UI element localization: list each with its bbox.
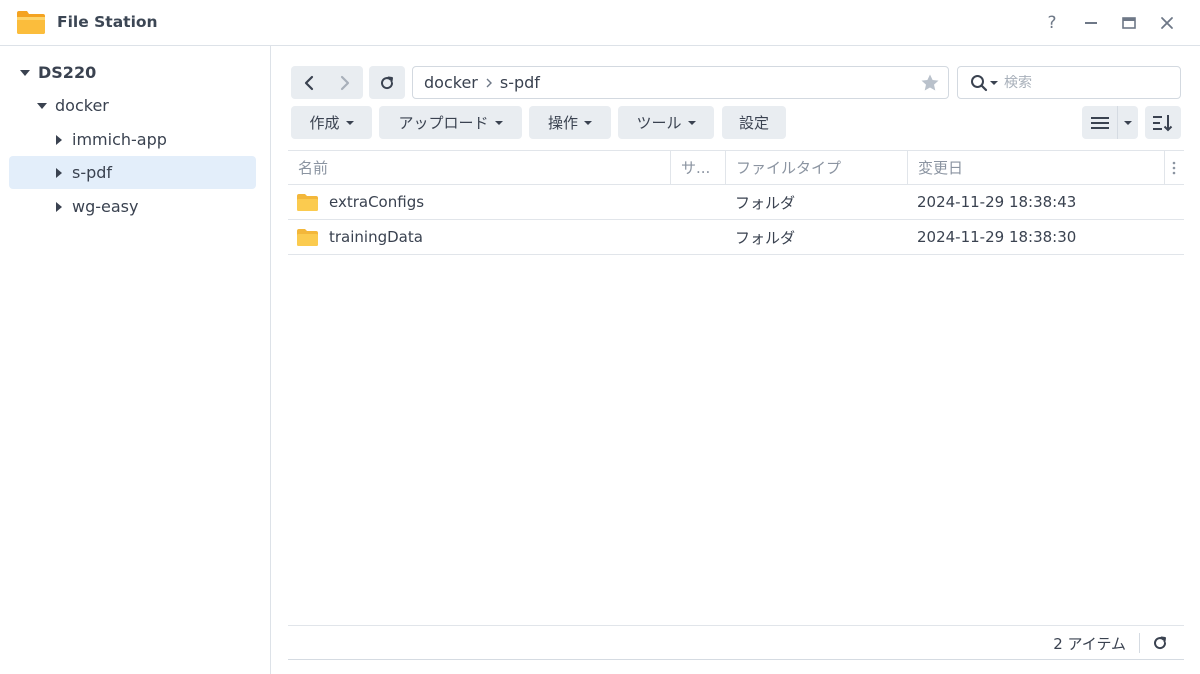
file-name: extraConfigs [329,193,425,211]
tree-item-docker[interactable]: docker [35,89,255,122]
file-name-cell: extraConfigs [297,185,667,219]
breadcrumb-item[interactable]: docker [424,73,478,92]
caret-down-icon[interactable] [35,101,49,111]
column-header-size[interactable]: サ... [671,151,725,184]
view-mode-dropdown[interactable] [1118,106,1138,139]
search-input[interactable] [1004,74,1164,91]
caret-down-icon [1124,120,1132,125]
refresh-button[interactable] [369,66,405,99]
close-button[interactable] [1156,12,1178,34]
file-type-cell: フォルダ [735,228,796,247]
tree-item-label: immich-app [72,130,167,149]
search-options-button[interactable] [958,74,998,92]
file-list-header: 名前 サ... ファイルタイプ 変更日 [288,150,1184,185]
tree-item-s-pdf[interactable]: s-pdf [9,156,256,189]
caret-down-icon [494,120,503,125]
caret-down-icon [345,120,354,125]
tree-item-label: docker [55,96,109,115]
sidebar-tree: DS220 docker immich-app s-pdf wg-easy [0,46,271,674]
file-size-cell [681,220,721,254]
maximize-button[interactable] [1118,12,1140,34]
title-bar: File Station ? [0,0,1200,46]
create-button-label: 作成 [309,114,340,132]
sort-icon [1153,114,1173,131]
folder-icon [297,193,318,211]
folder-icon [297,228,318,246]
tree-item-label: wg-easy [72,197,139,216]
chevron-right-icon [485,78,493,88]
list-view-button[interactable] [1082,106,1118,139]
file-name: trainingData [329,228,423,246]
search-box[interactable] [957,66,1181,99]
more-vertical-icon [1172,161,1176,174]
refresh-icon [1154,636,1167,650]
column-header-type[interactable]: ファイルタイプ [726,151,907,184]
upload-button[interactable]: アップロード [379,106,522,139]
table-row[interactable]: trainingData フォルダ 2024-11-29 18:38:30 [288,220,1184,255]
forward-button[interactable] [327,66,363,99]
caret-down-icon [990,80,998,85]
maximize-icon [1122,17,1136,29]
sort-button[interactable] [1145,106,1181,139]
settings-button-label: 設定 [738,114,769,132]
close-icon [1161,17,1173,29]
caret-right-icon[interactable] [52,134,66,145]
settings-button[interactable]: 設定 [722,106,786,139]
chevron-left-icon [304,75,314,90]
create-button[interactable]: 作成 [291,106,372,139]
column-header-name[interactable]: 名前 [288,151,670,184]
caret-right-icon[interactable] [52,167,66,178]
tree-item-wg-easy[interactable]: wg-easy [52,190,255,223]
status-refresh-button[interactable] [1148,626,1172,660]
help-button[interactable]: ? [1041,12,1063,34]
action-button[interactable]: 操作 [529,106,611,139]
tree-item-label: s-pdf [72,163,113,182]
file-type-cell: フォルダ [735,193,796,212]
tools-button-label: ツール [636,114,682,132]
file-name-cell: trainingData [297,220,667,254]
refresh-icon [381,76,394,89]
breadcrumb-item[interactable]: s-pdf [500,73,540,92]
file-modified-cell: 2024-11-29 18:38:43 [917,193,1077,211]
upload-button-label: アップロード [398,114,489,132]
caret-down-icon [687,120,696,125]
tree-item-label: DS220 [38,63,97,82]
caret-down-icon[interactable] [18,68,32,78]
action-button-label: 操作 [547,114,578,132]
path-bar[interactable]: docker s-pdf [412,66,949,99]
list-view-icon [1090,116,1109,129]
tools-button[interactable]: ツール [618,106,714,139]
table-row[interactable]: extraConfigs フォルダ 2024-11-29 18:38:43 [288,185,1184,220]
tree-item-ds220[interactable]: DS220 [18,56,258,89]
column-header-modified[interactable]: 変更日 [908,151,1164,184]
item-count: 2 アイテム [1053,634,1126,653]
search-icon [971,74,988,91]
tree-item-immich-app[interactable]: immich-app [52,123,255,156]
status-bar: 2 アイテム [288,625,1184,660]
star-icon[interactable] [920,73,940,93]
view-mode-selector [1082,106,1138,139]
minimize-icon [1085,22,1097,24]
caret-down-icon [584,120,592,125]
minimize-button[interactable] [1080,12,1102,34]
file-size-cell [681,185,721,219]
column-options-button[interactable] [1164,151,1184,184]
chevron-right-icon [340,75,350,90]
caret-right-icon[interactable] [52,201,66,212]
folder-icon [17,11,45,34]
divider [1139,633,1140,653]
app-title: File Station [57,13,158,31]
navigation-buttons [291,66,363,99]
back-button[interactable] [291,66,327,99]
file-modified-cell: 2024-11-29 18:38:30 [917,228,1077,246]
